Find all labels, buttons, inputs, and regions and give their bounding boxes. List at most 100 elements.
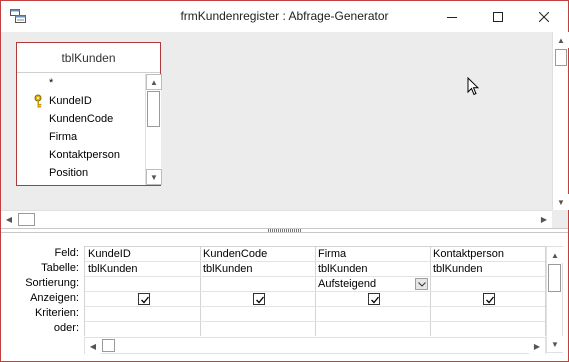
scroll-thumb[interactable] <box>18 213 35 226</box>
sort-cell[interactable] <box>430 277 545 292</box>
arrow-down-icon: ▼ <box>150 172 158 182</box>
checkmark-icon <box>371 296 380 304</box>
sort-cell[interactable] <box>85 277 200 292</box>
row-labels: Feld: Tabelle: Sortierung: Anzeigen: Kri… <box>1 246 83 336</box>
criteria-cell[interactable] <box>430 307 545 322</box>
field-item-label: Position <box>49 167 89 179</box>
table-pane-vertical-scrollbar[interactable]: ▲ ▼ <box>552 32 569 210</box>
table-cell[interactable]: tblKunden <box>85 262 200 277</box>
arrow-right-icon: ▶ <box>540 214 548 224</box>
field-item[interactable]: * <box>17 74 145 92</box>
scroll-right-button[interactable]: ▶ <box>529 338 545 354</box>
minimize-button[interactable] <box>429 1 475 32</box>
arrow-up-icon: ▲ <box>551 250 559 260</box>
arrow-up-icon: ▲ <box>150 77 158 87</box>
field-list-scrollbar[interactable]: ▲ ▼ <box>145 74 162 185</box>
scroll-right-button[interactable]: ▶ <box>536 211 552 227</box>
checkmark-icon <box>141 296 150 304</box>
sort-select-value: Aufsteigend <box>318 278 377 290</box>
criteria-cell[interactable] <box>85 307 200 322</box>
table-pane-horizontal-scrollbar[interactable]: ◀ ▶ <box>1 210 552 228</box>
primary-key-icon <box>34 94 44 108</box>
show-cell <box>430 292 545 307</box>
sort-cell[interactable] <box>200 277 315 292</box>
checkmark-icon <box>256 296 265 304</box>
sort-cell[interactable]: Aufsteigend <box>315 277 430 292</box>
criteria-cell[interactable] <box>315 307 430 322</box>
design-grid[interactable]: Feld: Tabelle: Sortierung: Anzeigen: Kri… <box>1 233 568 361</box>
grid-column[interactable]: Kontaktperson tblKunden <box>430 247 546 336</box>
grid-column[interactable]: KundeID tblKunden <box>85 247 201 336</box>
scroll-thumb[interactable] <box>147 91 160 127</box>
field-cell[interactable]: Kontaktperson <box>430 247 545 262</box>
show-checkbox[interactable] <box>368 293 380 305</box>
minimize-icon <box>447 16 457 18</box>
scroll-left-button[interactable]: ◀ <box>1 211 17 227</box>
show-cell <box>85 292 200 307</box>
scroll-thumb[interactable] <box>548 264 561 292</box>
arrow-left-icon: ◀ <box>89 341 97 351</box>
field-list-title[interactable]: tblKunden <box>17 43 160 73</box>
or-cell[interactable] <box>200 322 315 336</box>
checkmark-icon <box>486 296 495 304</box>
maximize-icon <box>493 11 503 22</box>
query-designer-window: frmKundenregister : Abfrage-Generator tb… <box>0 0 569 362</box>
grid-column[interactable]: Firma tblKunden Aufsteigend <box>315 247 431 336</box>
row-label-field: Feld: <box>54 247 79 259</box>
or-cell[interactable] <box>85 322 200 336</box>
scroll-down-button[interactable]: ▼ <box>547 336 563 352</box>
scroll-thumb[interactable] <box>555 49 567 66</box>
grid-columns[interactable]: KundeID tblKunden KundenCode tblKunden F… <box>84 246 546 336</box>
table-cell[interactable]: tblKunden <box>315 262 430 277</box>
row-label-or: oder: <box>53 322 79 334</box>
close-button[interactable] <box>521 1 567 32</box>
field-item[interactable]: Kontaktperson <box>17 146 145 164</box>
field-list-window[interactable]: tblKunden * KundeID KundenCode Firma Kon… <box>16 42 162 186</box>
field-cell[interactable]: Firma <box>315 247 430 262</box>
title-bar[interactable]: frmKundenregister : Abfrage-Generator <box>1 1 568 32</box>
chevron-down-icon <box>417 281 426 287</box>
grid-vertical-scrollbar[interactable]: ▲ ▼ <box>546 246 563 353</box>
scroll-down-button[interactable]: ▼ <box>553 194 569 210</box>
row-label-sort: Sortierung: <box>25 277 79 289</box>
field-item-label: KundeID <box>49 95 92 107</box>
show-checkbox[interactable] <box>483 293 495 305</box>
field-item[interactable]: Firma <box>17 128 145 146</box>
arrow-left-icon: ◀ <box>5 214 13 224</box>
show-checkbox[interactable] <box>138 293 150 305</box>
close-icon <box>539 11 549 22</box>
table-cell[interactable]: tblKunden <box>200 262 315 277</box>
show-cell <box>200 292 315 307</box>
or-cell[interactable] <box>430 322 545 336</box>
field-item[interactable]: KundeID <box>17 92 145 110</box>
row-label-criteria: Kriterien: <box>34 307 79 319</box>
splitter-grip-icon[interactable] <box>268 229 302 232</box>
maximize-button[interactable] <box>475 1 521 32</box>
sort-dropdown-button[interactable] <box>415 278 428 290</box>
criteria-cell[interactable] <box>200 307 315 322</box>
grid-column[interactable]: KundenCode tblKunden <box>200 247 316 336</box>
field-list[interactable]: * KundeID KundenCode Firma Kontaktperson… <box>17 74 145 185</box>
table-pane[interactable]: tblKunden * KundeID KundenCode Firma Kon… <box>1 32 569 228</box>
mouse-cursor-icon <box>467 77 479 96</box>
scroll-up-button[interactable]: ▲ <box>553 32 569 48</box>
scroll-up-button[interactable]: ▲ <box>146 74 162 90</box>
scroll-up-button[interactable]: ▲ <box>547 247 563 263</box>
scroll-thumb[interactable] <box>102 339 115 352</box>
scrollbar-corner <box>552 210 568 228</box>
or-cell[interactable] <box>315 322 430 336</box>
grid-horizontal-scrollbar[interactable]: ◀ ▶ <box>84 337 546 354</box>
field-item-label: KundenCode <box>49 113 114 125</box>
field-item-label: Kontaktperson <box>49 149 120 161</box>
scroll-down-button[interactable]: ▼ <box>146 169 162 185</box>
field-cell[interactable]: KundenCode <box>200 247 315 262</box>
show-cell <box>315 292 430 307</box>
show-checkbox[interactable] <box>253 293 265 305</box>
field-item[interactable]: Position <box>17 164 145 182</box>
field-item[interactable]: KundenCode <box>17 110 145 128</box>
field-cell[interactable]: KundeID <box>85 247 200 262</box>
scroll-left-button[interactable]: ◀ <box>85 338 101 354</box>
row-label-table: Tabelle: <box>41 262 79 274</box>
row-label-show: Anzeigen: <box>30 292 79 304</box>
table-cell[interactable]: tblKunden <box>430 262 545 277</box>
